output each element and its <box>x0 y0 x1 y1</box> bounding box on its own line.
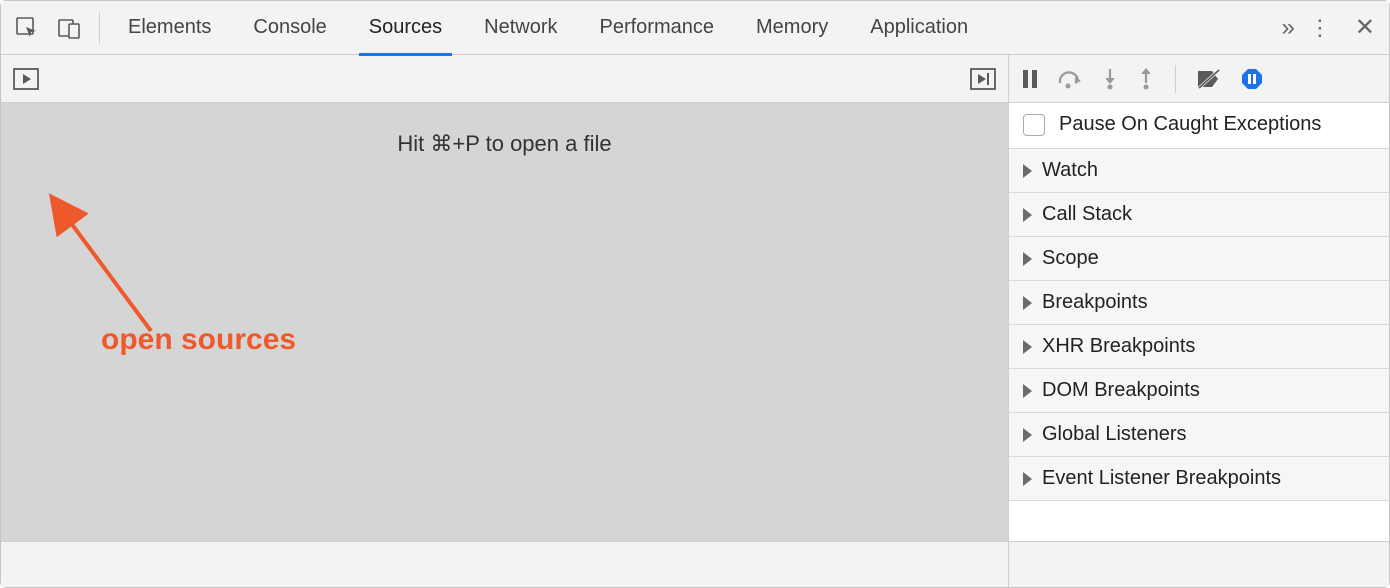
disclosure-triangle-icon <box>1023 428 1032 442</box>
section-label: Watch <box>1042 159 1098 182</box>
divider <box>99 12 100 44</box>
disclosure-triangle-icon <box>1023 164 1032 178</box>
sidebar-bottom-strip <box>1009 541 1389 587</box>
step-over-icon[interactable] <box>1057 69 1083 89</box>
disclosure-triangle-icon <box>1023 384 1032 398</box>
sources-left-pane: Hit ⌘+P to open a file open sources <box>1 55 1009 587</box>
section-label: Event Listener Breakpoints <box>1042 467 1281 490</box>
disclosure-triangle-icon <box>1023 340 1032 354</box>
devtools-tabbar: Elements Console Sources Network Performance… <box>1 1 1389 55</box>
section-label: Scope <box>1042 247 1099 270</box>
pause-on-exceptions-icon[interactable] <box>1240 67 1264 91</box>
tab-application[interactable]: Application <box>866 2 972 53</box>
show-navigator-icon[interactable] <box>13 68 39 90</box>
section-call-stack[interactable]: Call Stack <box>1009 192 1389 236</box>
deactivate-breakpoints-icon[interactable] <box>1196 68 1222 90</box>
pause-on-caught-checkbox[interactable] <box>1023 114 1045 136</box>
section-breakpoints[interactable]: Breakpoints <box>1009 280 1389 324</box>
overflow-chevrons-icon[interactable]: » <box>1282 14 1291 42</box>
more-menu-icon[interactable]: ⋮ <box>1309 20 1331 35</box>
divider <box>1175 65 1176 93</box>
debugger-sidebar: Pause On Caught Exceptions Watch Call Sta… <box>1009 55 1389 587</box>
disclosure-triangle-icon <box>1023 472 1032 486</box>
open-file-hint: Hit ⌘+P to open a file <box>1 131 1008 157</box>
section-label: Breakpoints <box>1042 291 1148 314</box>
debugger-sections: Watch Call Stack Scope Breakpoints XHR Break… <box>1009 148 1389 501</box>
tab-network[interactable]: Network <box>480 2 561 53</box>
section-label: XHR Breakpoints <box>1042 335 1195 358</box>
disclosure-triangle-icon <box>1023 252 1032 266</box>
show-debugger-icon[interactable] <box>970 68 996 90</box>
inspect-element-icon[interactable] <box>15 16 39 40</box>
section-label: Global Listeners <box>1042 423 1187 446</box>
close-devtools-icon[interactable]: ✕ <box>1355 13 1375 42</box>
section-event-listener-breakpoints[interactable]: Event Listener Breakpoints <box>1009 456 1389 501</box>
tab-memory[interactable]: Memory <box>752 2 832 53</box>
pause-on-caught-label: Pause On Caught Exceptions <box>1059 113 1321 136</box>
tab-console[interactable]: Console <box>249 2 330 53</box>
sources-toolbar <box>1 55 1008 103</box>
pause-on-caught-row: Pause On Caught Exceptions <box>1009 103 1389 148</box>
tab-elements[interactable]: Elements <box>124 2 215 53</box>
annotation-arrow <box>56 211 166 346</box>
section-dom-breakpoints[interactable]: DOM Breakpoints <box>1009 368 1389 412</box>
pause-script-icon[interactable] <box>1021 69 1039 89</box>
panel-tabs: Elements Console Sources Network Performance… <box>124 2 1264 53</box>
tab-performance[interactable]: Performance <box>596 2 719 53</box>
tab-sources[interactable]: Sources <box>365 2 446 53</box>
annotation-label: open sources <box>101 323 296 357</box>
sources-footer <box>1 541 1008 587</box>
sources-body: Hit ⌘+P to open a file open sources <box>1 103 1008 541</box>
disclosure-triangle-icon <box>1023 208 1032 222</box>
section-label: DOM Breakpoints <box>1042 379 1200 402</box>
toggle-device-toolbar-icon[interactable] <box>57 16 81 40</box>
section-xhr-breakpoints[interactable]: XHR Breakpoints <box>1009 324 1389 368</box>
step-out-icon[interactable] <box>1137 68 1155 90</box>
section-label: Call Stack <box>1042 203 1132 226</box>
debugger-toolbar <box>1009 55 1389 103</box>
disclosure-triangle-icon <box>1023 296 1032 310</box>
section-scope[interactable]: Scope <box>1009 236 1389 280</box>
section-global-listeners[interactable]: Global Listeners <box>1009 412 1389 456</box>
step-into-icon[interactable] <box>1101 68 1119 90</box>
sidebar-spacer <box>1009 501 1389 541</box>
section-watch[interactable]: Watch <box>1009 148 1389 192</box>
